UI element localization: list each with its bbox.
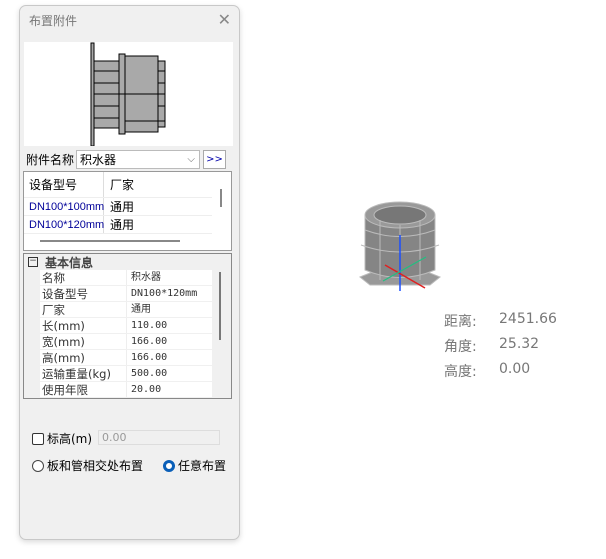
close-icon[interactable]: ✕ — [218, 10, 231, 29]
property-name: 宽(mm) — [40, 334, 127, 349]
attachment-preview — [24, 42, 233, 147]
property-row[interactable]: 名称 积水器 — [40, 270, 212, 286]
horizontal-scrollbar[interactable] — [40, 240, 180, 242]
property-value: 通用 — [131, 304, 151, 315]
property-row[interactable]: 使用年限 20.00 — [40, 382, 212, 398]
chevron-down-icon: ⌵ — [187, 153, 196, 165]
radio-free-placement[interactable]: 任意布置 — [163, 457, 226, 474]
property-name: 使用年限 — [40, 382, 127, 397]
property-row[interactable]: 设备型号 DN100*120mm — [40, 286, 212, 302]
radio-circle — [32, 459, 44, 472]
property-name: 运输重量(kg) — [40, 366, 127, 381]
radio-plate-pipe-intersection[interactable]: 板和管相交处布置 — [32, 457, 143, 474]
property-value: 166.00 — [131, 352, 168, 363]
property-name: 名称 — [40, 270, 127, 285]
dialog-title: 布置附件 — [29, 14, 78, 28]
property-value: DN100*120mm — [131, 288, 198, 299]
more-button[interactable]: >> — [203, 149, 227, 169]
attachment-name-select[interactable]: 积水器 ⌵ — [76, 149, 201, 169]
section-basic-info[interactable]: − 基本信息 — [24, 254, 231, 270]
property-row[interactable]: 长(mm) 110.00 — [40, 318, 212, 334]
property-row[interactable]: 厂家 通用 — [40, 302, 212, 318]
property-row[interactable]: 宽(mm) 166.00 — [40, 334, 212, 350]
property-value: 500.00 — [131, 368, 168, 379]
place-attachment-dialog: 布置附件 ✕ 附件名称 积水器 ⌵ >> 设备型号 厂家 DN100*100mm… — [19, 5, 240, 540]
table-row[interactable]: DN100*120mm 通用 — [24, 216, 212, 234]
angle-readout: 角度: 25.32 — [444, 336, 540, 355]
table-header: 设备型号 厂家 — [24, 172, 212, 198]
property-row[interactable]: 高(mm) 166.00 — [40, 350, 212, 366]
vertical-scrollbar[interactable] — [220, 189, 222, 207]
height-readout: 高度: 0.00 — [444, 361, 531, 380]
side-view-drawing — [90, 42, 166, 147]
3d-model-view — [359, 201, 441, 291]
property-row[interactable]: 运输重量(kg) 500.00 — [40, 366, 212, 382]
vertical-scrollbar[interactable] — [219, 272, 221, 340]
property-name: 设备型号 — [40, 286, 127, 301]
property-value: 积水器 — [131, 272, 161, 283]
property-value: 110.00 — [131, 320, 168, 331]
property-value: 166.00 — [131, 336, 168, 347]
table-row[interactable]: DN100*100mm 通用 — [24, 198, 212, 216]
collapse-icon[interactable]: − — [28, 257, 38, 267]
distance-readout: 距离: 2451.66 — [444, 311, 557, 330]
property-name: 厂家 — [40, 302, 127, 317]
property-grid: − 基本信息 名称 积水器 设备型号 DN100*120mm 厂家 通用 长(mm) 110.… — [23, 253, 232, 399]
elevation-checkbox[interactable]: 标高(m) — [32, 430, 92, 447]
radio-circle — [163, 459, 175, 472]
property-name: 长(mm) — [40, 318, 127, 333]
spec-table: 设备型号 厂家 DN100*100mm 通用 DN100*120mm 通用 — [23, 171, 232, 251]
elevation-input[interactable]: 0.00 — [98, 430, 220, 445]
property-value: 20.00 — [131, 384, 162, 395]
property-name: 高(mm) — [40, 350, 127, 365]
attachment-name-label: 附件名称 — [26, 152, 75, 167]
checkbox-box[interactable] — [32, 432, 44, 445]
